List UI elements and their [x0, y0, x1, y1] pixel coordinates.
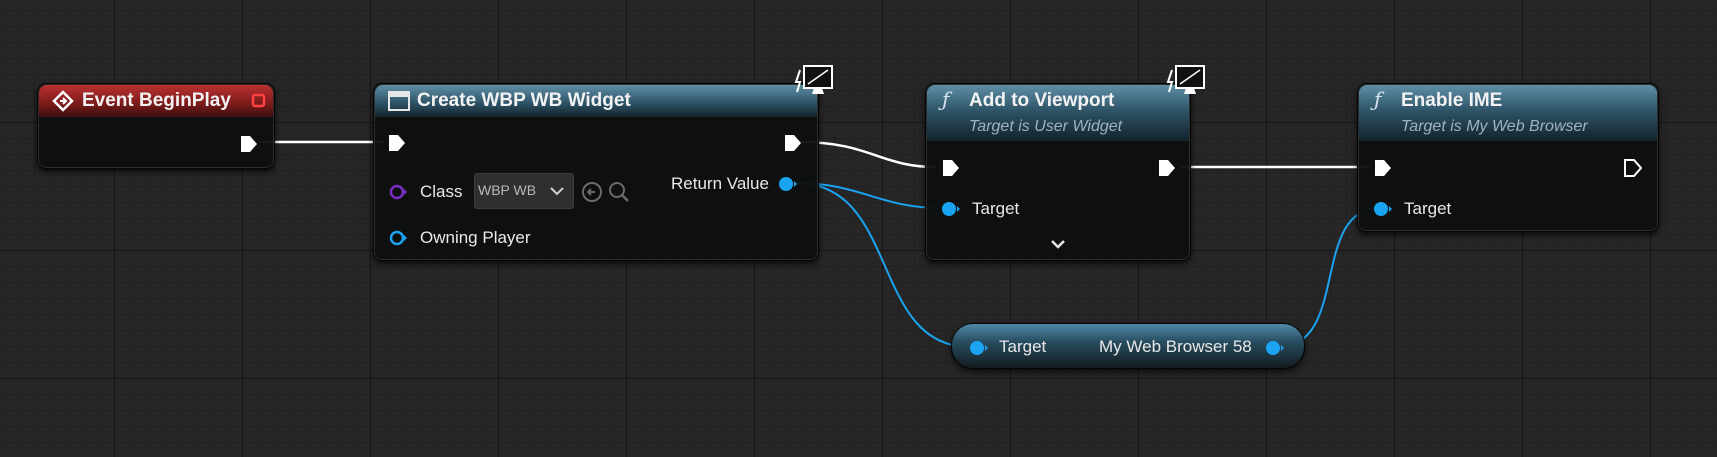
exec-out-pin[interactable] [782, 133, 804, 153]
exec-in-pin[interactable] [1372, 158, 1394, 178]
return-value-pin[interactable] [777, 175, 799, 193]
exec-out-pin[interactable] [1156, 158, 1178, 178]
node-title: Enable IME [1401, 90, 1503, 111]
owning-player-label: Owning Player [420, 228, 531, 247]
exec-wire-create-to-viewport [799, 140, 937, 169]
node-subtitle: Target is User Widget [969, 118, 1123, 135]
node-subtitle: Target is My Web Browser [1401, 118, 1588, 135]
node-title: Create WBP WB Widget [417, 90, 631, 111]
event-beginplay-node[interactable]: Event BeginPlay [37, 83, 275, 169]
target-label: Target [972, 199, 1020, 218]
class-dropdown[interactable]: WBP WB [474, 173, 574, 209]
target-pin[interactable] [968, 339, 990, 357]
browse-back-icon[interactable] [581, 181, 603, 203]
node-title: Event BeginPlay [82, 90, 231, 111]
add-to-viewport-node[interactable]: ƒ Add to Viewport Target is User Widget … [925, 65, 1205, 261]
event-diamond-icon [52, 90, 74, 112]
exec-in-pin[interactable] [386, 133, 408, 153]
delegate-pin-icon[interactable] [251, 93, 267, 109]
chevron-down-icon[interactable] [1050, 238, 1066, 250]
network-monitor-icon [794, 65, 833, 94]
enable-ime-node[interactable]: ƒ Enable IME Target is My Web Browser Ta… [1357, 83, 1659, 232]
target-label: Target [999, 337, 1047, 356]
chevron-down-icon [550, 187, 564, 196]
exec-out-pin[interactable] [1622, 158, 1644, 178]
target-label: Target [1404, 199, 1452, 218]
return-value-label: Return Value [671, 174, 769, 193]
function-icon: ƒ [1374, 87, 1382, 111]
create-widget-node[interactable]: Create WBP WB Widget Class WBP WB Owning… [373, 65, 833, 261]
output-pin[interactable] [1264, 339, 1286, 357]
widget-icon [388, 91, 410, 111]
class-dropdown-value: WBP WB [478, 182, 537, 198]
class-label: Class [420, 182, 463, 201]
node-title: Add to Viewport [969, 90, 1115, 111]
class-pin[interactable] [389, 183, 409, 201]
search-icon[interactable] [608, 181, 630, 203]
exec-in-pin[interactable] [940, 158, 962, 178]
owning-player-pin[interactable] [389, 229, 409, 247]
my-web-browser-getter-node[interactable]: Target My Web Browser 58 [951, 323, 1305, 369]
target-pin[interactable] [940, 200, 962, 218]
function-icon: ƒ [942, 87, 950, 111]
exec-out-pin[interactable] [238, 134, 260, 154]
target-pin[interactable] [1372, 200, 1394, 218]
network-monitor-icon [1166, 65, 1205, 94]
output-label: My Web Browser 58 [1099, 337, 1252, 356]
